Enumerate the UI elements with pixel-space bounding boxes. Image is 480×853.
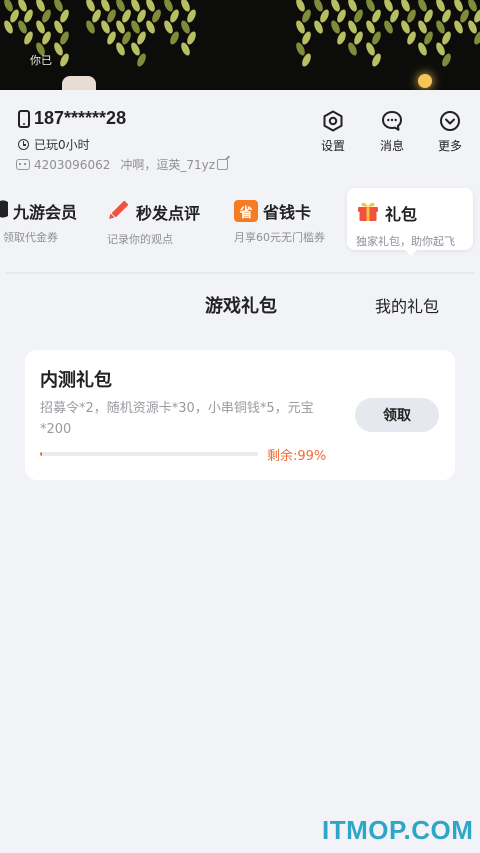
messages-label: 消息 bbox=[379, 139, 404, 153]
gift-icon bbox=[356, 199, 380, 227]
played-time-row: 已玩0小时 bbox=[18, 136, 90, 153]
quick-item-vip[interactable]: 九游会员 领取代金券 bbox=[0, 188, 94, 250]
quick-item-title: 秒发点评 bbox=[136, 204, 201, 223]
site-watermark: ITMOP.COM bbox=[322, 815, 474, 845]
banner-lantern bbox=[418, 74, 432, 88]
played-time: 已玩0小时 bbox=[34, 138, 90, 152]
gift-progress-fill bbox=[40, 452, 43, 456]
phone-icon bbox=[18, 109, 30, 128]
gear-icon bbox=[322, 110, 344, 132]
quick-entry-row: 九游会员 领取代金券 秒发点评 记录你的观点 省 省钱卡 月享60元无门槛券 礼… bbox=[0, 188, 480, 258]
gift-progress-bar bbox=[40, 452, 258, 456]
user-info-section: 187******28 已玩0小时 4203096062 冲啊，逗英_71yz … bbox=[0, 90, 480, 182]
more-label: 更多 bbox=[437, 139, 462, 153]
settings-button[interactable]: 设置 bbox=[313, 110, 353, 154]
messages-button[interactable]: 消息 bbox=[372, 110, 412, 154]
robot-icon bbox=[16, 159, 30, 170]
quick-item-title: 礼包 bbox=[385, 205, 418, 224]
user-id: 4203096062 bbox=[34, 157, 111, 172]
chat-bubble-icon bbox=[381, 110, 403, 132]
quick-item-subtitle: 领取代金券 bbox=[3, 231, 58, 244]
gift-card-title: 内测礼包 bbox=[40, 370, 112, 391]
quick-item-title: 省钱卡 bbox=[263, 203, 312, 222]
quick-item-save-card[interactable]: 省 省钱卡 月享60元无门槛券 bbox=[234, 188, 344, 250]
chevron-down-icon bbox=[439, 110, 461, 132]
clock-icon bbox=[18, 139, 29, 150]
phone-row: 187******28 bbox=[18, 108, 126, 129]
save-card-icon: 省 bbox=[234, 200, 258, 222]
settings-label: 设置 bbox=[320, 139, 345, 153]
gift-card-description: 招募令*2，随机资源卡*30，小串铜钱*5，元宝*200 bbox=[40, 401, 314, 437]
banner-decoration bbox=[62, 76, 96, 90]
edit-icon[interactable] bbox=[217, 159, 229, 170]
pencil-icon bbox=[107, 199, 131, 225]
more-button[interactable]: 更多 bbox=[430, 110, 470, 154]
user-phone: 187******28 bbox=[34, 108, 127, 128]
gift-panel: 游戏礼包 我的礼包 内测礼包 招募令*2，随机资源卡*30，小串铜钱*5，元宝*… bbox=[5, 272, 475, 853]
quick-item-subtitle: 记录你的观点 bbox=[107, 233, 173, 246]
claim-button[interactable]: 领取 bbox=[355, 398, 439, 432]
quick-item-gift[interactable]: 礼包 独家礼包，助你起飞 bbox=[347, 188, 473, 256]
user-id-row[interactable]: 4203096062 冲啊，逗英_71yz bbox=[16, 156, 229, 173]
user-nickname: 冲啊，逗英_71yz bbox=[120, 158, 216, 172]
gift-card: 内测礼包 招募令*2，随机资源卡*30，小串铜钱*5，元宝*200 领取 剩余:… bbox=[25, 350, 455, 480]
profile-banner: 你已 bbox=[0, 0, 480, 90]
quick-item-title: 九游会员 bbox=[13, 203, 78, 222]
quick-item-subtitle: 月享60元无门槛券 bbox=[234, 231, 325, 244]
quick-item-review[interactable]: 秒发点评 记录你的观点 bbox=[107, 188, 217, 250]
quick-item-subtitle: 独家礼包，助你起飞 bbox=[356, 235, 455, 248]
my-gifts-link[interactable]: 我的礼包 bbox=[375, 293, 439, 317]
panel-title: 游戏礼包 bbox=[205, 296, 277, 317]
vip-icon bbox=[0, 200, 8, 222]
gift-remaining: 剩余:99% bbox=[267, 449, 327, 464]
